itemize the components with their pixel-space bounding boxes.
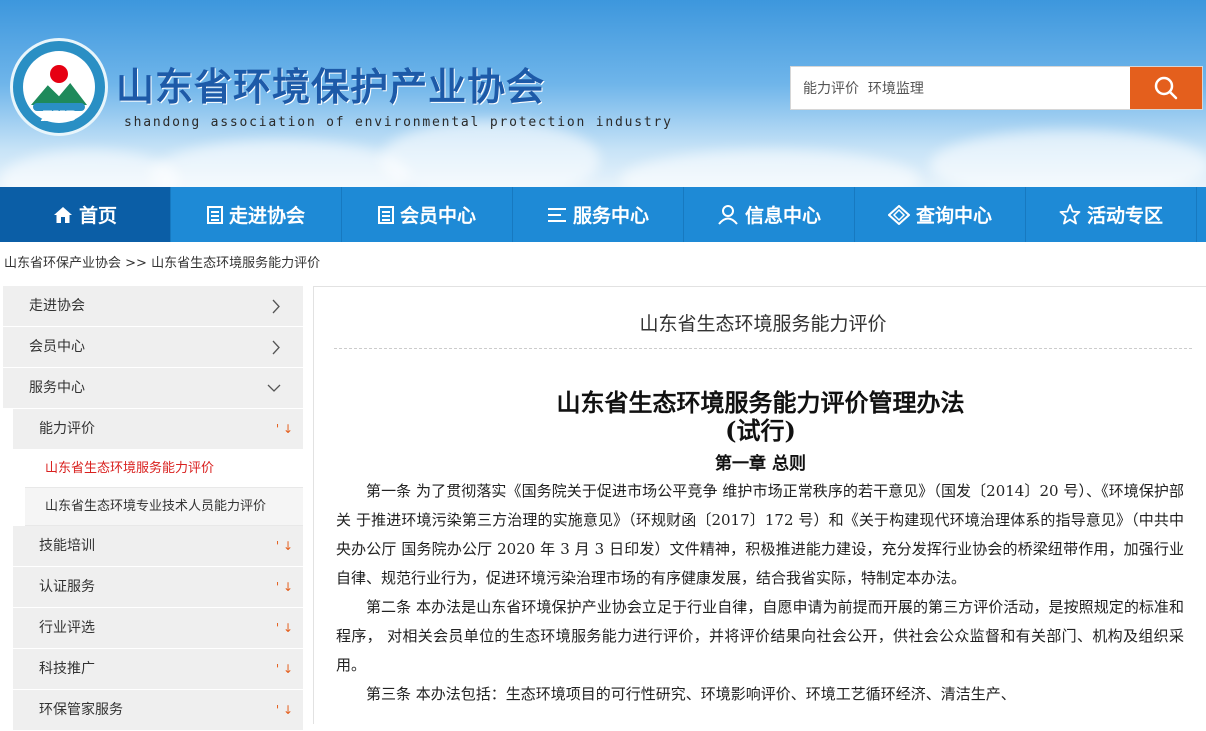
home-icon: [53, 206, 73, 224]
user-icon: [717, 204, 739, 225]
nav-label: 服务中心: [572, 205, 649, 227]
sidebar: 走进协会 会员中心 服务中心 能力评价 ' ↓ 山东省生态环境服务能力评价 山东…: [3, 286, 303, 731]
sidebar-item-members[interactable]: 会员中心: [3, 327, 303, 368]
expand-mark-icon: ' ↓: [275, 621, 293, 635]
nav-about[interactable]: 走进协会: [171, 187, 342, 242]
search-icon: [1154, 76, 1178, 100]
sidebar-sub-certification[interactable]: 认证服务 ' ↓: [13, 567, 303, 608]
site-subtitle: shandong association of environmental pr…: [124, 115, 673, 130]
nav-info[interactable]: 信息中心: [684, 187, 855, 242]
document-body: 第一条 为了贯彻落实《国务院关于促进市场公平竞争 维护市场正常秩序的若干意见》（…: [336, 477, 1184, 709]
site-title[interactable]: 山东省环境保护产业协会: [116, 56, 545, 111]
sidebar-item-label: 会员中心: [29, 339, 85, 355]
sidebar-sub-capability[interactable]: 能力评价 ' ↓: [13, 409, 303, 450]
breadcrumb-separator: >>: [121, 256, 152, 271]
sidebar-item-about[interactable]: 走进协会: [3, 286, 303, 327]
nav-members[interactable]: 会员中心: [342, 187, 513, 242]
sidebar-sub-label: 行业评选: [39, 620, 95, 636]
sidebar-leaf-technician-capability[interactable]: 山东省生态环境专业技术人员能力评价: [25, 488, 303, 526]
nav-activities[interactable]: 活动专区: [1026, 187, 1197, 242]
sun-icon: [50, 65, 68, 83]
nav-query[interactable]: 查询中心: [855, 187, 1026, 242]
sidebar-leaf-service-capability[interactable]: 山东省生态环境服务能力评价: [25, 450, 303, 488]
article-paragraph: 第三条 本办法包括：生态环境项目的可行性研究、环境影响评价、环境工艺循环经济、清…: [366, 685, 1016, 703]
nav-label: 信息中心: [744, 205, 821, 227]
sidebar-sub-label: 能力评价: [39, 421, 95, 437]
document-title: 山东省生态环境服务能力评价管理办法: [556, 388, 965, 417]
sidebar-sub-steward[interactable]: 环保管家服务 ' ↓: [13, 690, 303, 731]
expand-mark-icon: ' ↓: [275, 422, 293, 436]
expand-mark-icon: ' ↓: [275, 539, 293, 553]
breadcrumb: 山东省环保产业协会 >> 山东省生态环境服务能力评价: [0, 242, 1206, 286]
mountain-icon: [31, 83, 87, 105]
breadcrumb-current[interactable]: 山东省生态环境服务能力评价: [151, 256, 320, 271]
nav-label: 会员中心: [399, 205, 476, 227]
nav-label: 查询中心: [915, 205, 992, 227]
sidebar-sub-label: 科技推广: [39, 661, 95, 677]
list-icon: [377, 205, 394, 224]
diamond-icon: [887, 204, 910, 225]
nav-label: 首页: [78, 205, 117, 227]
star-icon: [1059, 204, 1081, 225]
search-button[interactable]: [1130, 67, 1202, 109]
sidebar-sub-training[interactable]: 技能培训 ' ↓: [13, 526, 303, 567]
expand-mark-icon: ' ↓: [275, 662, 293, 676]
logo-text: ZHB: [41, 109, 77, 125]
sidebar-item-services[interactable]: 服务中心: [3, 368, 303, 409]
section-title: 山东省生态环境服务能力评价: [334, 287, 1192, 349]
sidebar-item-label: 走进协会: [29, 298, 85, 314]
association-logo[interactable]: ZHB: [10, 38, 108, 136]
chapter-heading: 第一章 总则: [715, 454, 806, 474]
expand-mark-icon: ' ↓: [275, 580, 293, 594]
search-input[interactable]: [791, 67, 1131, 109]
article-paragraph: 第一条 为了贯彻落实《国务院关于促进市场公平竞争 维护市场正常秩序的若干意见》（…: [336, 482, 1184, 587]
sidebar-item-label: 服务中心: [29, 380, 85, 396]
search-box: [790, 66, 1203, 110]
sidebar-sub-label: 环保管家服务: [39, 702, 123, 718]
sidebar-sub-selection[interactable]: 行业评选 ' ↓: [13, 608, 303, 649]
expand-mark-icon: ' ↓: [275, 703, 293, 717]
document-subtitle: (试行): [725, 416, 796, 445]
breadcrumb-home[interactable]: 山东省环保产业协会: [4, 256, 121, 271]
sidebar-sub-label: 认证服务: [39, 579, 95, 595]
sidebar-sub-label: 技能培训: [39, 538, 95, 554]
nav-label: 活动专区: [1086, 205, 1163, 227]
menu-icon: [547, 207, 567, 223]
article-paragraph: 第二条 本办法是山东省环境保护产业协会立足于行业自律，自愿申请为前提而开展的第三…: [336, 598, 1184, 674]
nav-home[interactable]: 首页: [0, 187, 171, 242]
main-nav: 首页 走进协会 会员中心 服务中心 信息中心 查询中心 活动专区: [0, 187, 1206, 242]
nav-services[interactable]: 服务中心: [513, 187, 684, 242]
site-header: ZHB 山东省环境保护产业协会 shandong association of …: [0, 0, 1206, 187]
sidebar-sub-promotion[interactable]: 科技推广 ' ↓: [13, 649, 303, 690]
document-icon: [206, 205, 223, 224]
main-content: 山东省生态环境服务能力评价 山东省生态环境服务能力评价管理办法 (试行) 第一章…: [313, 286, 1206, 724]
nav-label: 走进协会: [228, 205, 305, 227]
